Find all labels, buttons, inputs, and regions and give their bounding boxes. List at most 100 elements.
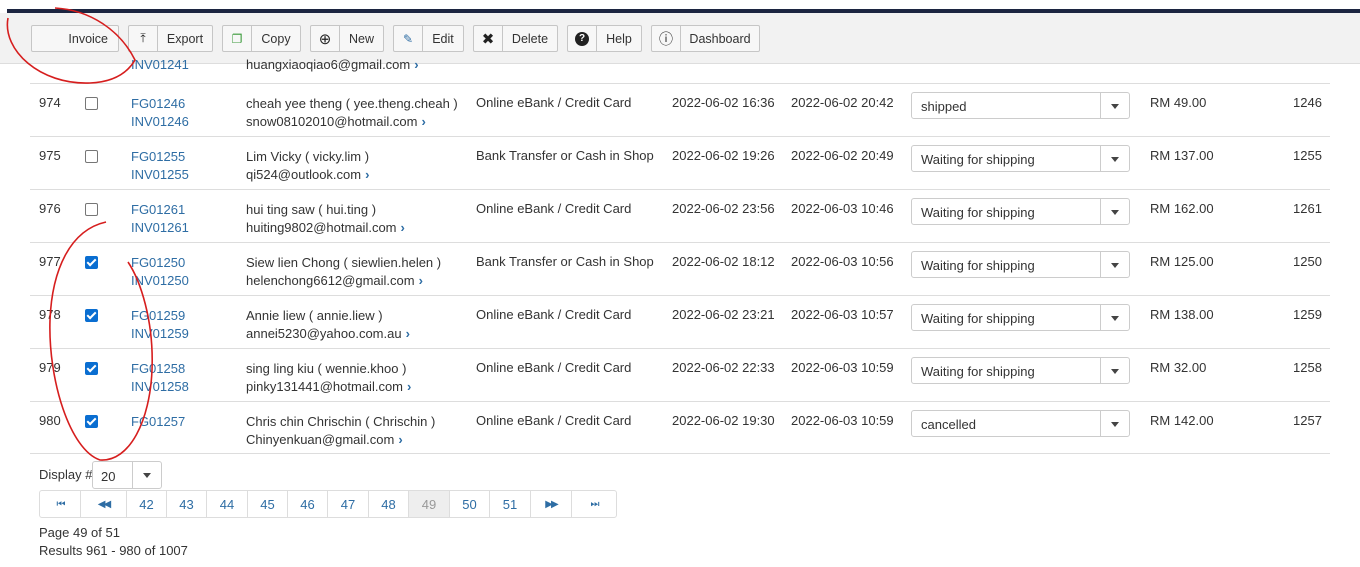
edit-icon: ✎ <box>394 26 423 51</box>
order-number-link[interactable]: FG01258 <box>131 360 189 378</box>
copy-button[interactable]: ❐ Copy <box>222 25 301 52</box>
customer-cell: hui ting saw ( hui.ting ) huiting9802@hot… <box>246 201 405 237</box>
dashboard-icon: ⓘ <box>652 26 681 51</box>
order-number-link[interactable]: FG01246 <box>131 95 189 113</box>
status-select[interactable]: Waiting for shipping <box>911 304 1130 331</box>
status-select[interactable]: Waiting for shipping <box>911 251 1130 278</box>
updated-date: 2022-06-03 10:59 <box>791 413 894 428</box>
invoice-number-link[interactable]: INV01255 <box>131 166 189 184</box>
order-id: 1258 <box>1293 360 1322 375</box>
customer-email[interactable]: Chinyenkuan@gmail.com › <box>246 431 435 449</box>
display-count-value: 20 <box>101 469 116 484</box>
order-number-link[interactable]: FG01250 <box>131 254 189 272</box>
customer-email[interactable]: huangxiaoqiao6@gmail.com › <box>246 57 419 72</box>
new-button-label: New <box>348 31 374 46</box>
customer-email[interactable]: pinky131441@hotmail.com › <box>246 378 411 396</box>
customer-cell: cheah yee theng ( yee.theng.cheah ) snow0… <box>246 95 458 131</box>
customer-email[interactable]: qi524@outlook.com › <box>246 166 369 184</box>
table-bottom-divider <box>30 453 1330 454</box>
order-date: 2022-06-02 19:26 <box>672 148 775 163</box>
status-select[interactable]: Waiting for shipping <box>911 198 1130 225</box>
table-row: 974 FG01246 INV01246 cheah yee theng ( yee.… <box>30 83 1330 137</box>
invoice-number-link[interactable]: INV01259 <box>131 325 189 343</box>
page-44-link[interactable]: 44 <box>207 491 248 517</box>
chevron-right-icon: › <box>365 167 370 182</box>
table-row: 977 FG01250 INV01250 Siew lien Chong ( siew… <box>30 242 1330 296</box>
page-50-link[interactable]: 50 <box>450 491 490 517</box>
customer-email-text: snow08102010@hotmail.com <box>246 114 418 129</box>
page-48-link[interactable]: 48 <box>369 491 409 517</box>
customer-email[interactable]: helenchong6612@gmail.com › <box>246 272 441 290</box>
dashboard-button[interactable]: ⓘ Dashboard <box>651 25 760 52</box>
customer-cell: Siew lien Chong ( siewlien.helen ) helenc… <box>246 254 441 290</box>
status-value: Waiting for shipping <box>921 364 1035 379</box>
order-links: FG01255 INV01255 <box>131 148 189 184</box>
help-button-label: Help <box>606 31 632 46</box>
customer-name: cheah yee theng ( yee.theng.cheah ) <box>246 96 458 111</box>
first-page-icon[interactable]: ⏮ <box>40 491 81 517</box>
order-id: 1250 <box>1293 254 1322 269</box>
order-number-link[interactable]: FG01259 <box>131 307 189 325</box>
customer-email-text: helenchong6612@gmail.com <box>246 273 415 288</box>
customer-cell: Annie liew ( annie.liew ) annei5230@yahoo… <box>246 307 410 343</box>
order-id: 1261 <box>1293 201 1322 216</box>
order-date: 2022-06-02 18:12 <box>672 254 775 269</box>
chevron-right-icon: › <box>414 57 419 72</box>
page-49-link[interactable]: 49 <box>409 491 450 517</box>
next-page-icon[interactable]: ▶▶ <box>531 491 572 517</box>
order-number-link[interactable]: FG01261 <box>131 201 189 219</box>
invoice-number-link[interactable]: INV01246 <box>131 113 189 131</box>
delete-button[interactable]: ✖ Delete <box>473 25 558 52</box>
invoice-number-link[interactable]: INV01250 <box>131 272 189 290</box>
customer-email-text: annei5230@yahoo.com.au <box>246 326 402 341</box>
payment-method: Online eBank / Credit Card <box>476 201 632 216</box>
plus-circle-icon: ⊕ <box>311 26 340 51</box>
order-number-link[interactable]: FG01257 <box>131 413 185 431</box>
status-select[interactable]: Waiting for shipping <box>911 145 1130 172</box>
last-page-icon[interactable]: ⏭ <box>572 491 616 517</box>
payment-method: Online eBank / Credit Card <box>476 307 632 322</box>
customer-email[interactable]: snow08102010@hotmail.com › <box>246 113 458 131</box>
row-checkbox[interactable] <box>85 309 98 322</box>
page-indicator: Page 49 of 51 <box>39 525 120 540</box>
page-51-link[interactable]: 51 <box>490 491 531 517</box>
page-43-link[interactable]: 43 <box>167 491 207 517</box>
new-button[interactable]: ⊕ New <box>310 25 384 52</box>
export-button[interactable]: ⤒ Export <box>128 25 213 52</box>
order-number-link[interactable]: FG01255 <box>131 148 189 166</box>
row-checkbox[interactable] <box>85 150 98 163</box>
updated-date: 2022-06-03 10:57 <box>791 307 894 322</box>
invoice-number-link[interactable]: INV01261 <box>131 219 189 237</box>
page-42-link[interactable]: 42 <box>127 491 167 517</box>
row-checkbox[interactable] <box>85 203 98 216</box>
row-checkbox[interactable] <box>85 97 98 110</box>
status-select[interactable]: cancelled <box>911 410 1130 437</box>
page-45-link[interactable]: 45 <box>248 491 288 517</box>
updated-date: 2022-06-03 10:59 <box>791 360 894 375</box>
chevron-down-icon <box>1100 199 1129 224</box>
status-value: Waiting for shipping <box>921 258 1035 273</box>
customer-cell: sing ling kiu ( wennie.khoo ) pinky131441… <box>246 360 411 396</box>
row-checkbox[interactable] <box>85 362 98 375</box>
order-link[interactable]: INV01241 <box>131 57 189 72</box>
export-button-label: Export <box>166 31 204 46</box>
invoice-number-link[interactable]: INV01258 <box>131 378 189 396</box>
status-select[interactable]: Waiting for shipping <box>911 357 1130 384</box>
help-button[interactable]: ? Help <box>567 25 642 52</box>
table-row: 979 FG01258 INV01258 sing ling kiu ( wennie… <box>30 348 1330 402</box>
row-checkbox[interactable] <box>85 256 98 269</box>
delete-button-label: Delete <box>511 31 549 46</box>
status-select[interactable]: shipped <box>911 92 1130 119</box>
invoice-button[interactable]: Invoice <box>31 25 119 52</box>
customer-email[interactable]: annei5230@yahoo.com.au › <box>246 325 410 343</box>
display-count-select[interactable]: 20 <box>92 461 162 489</box>
previous-page-icon[interactable]: ◀◀ <box>81 491 127 517</box>
page-46-link[interactable]: 46 <box>288 491 328 517</box>
chevron-down-icon <box>1100 252 1129 277</box>
edit-button[interactable]: ✎ Edit <box>393 25 464 52</box>
customer-email[interactable]: huiting9802@hotmail.com › <box>246 219 405 237</box>
row-checkbox[interactable] <box>85 415 98 428</box>
page-47-link[interactable]: 47 <box>328 491 369 517</box>
order-amount: RM 32.00 <box>1150 360 1207 375</box>
chevron-right-icon: › <box>400 220 405 235</box>
